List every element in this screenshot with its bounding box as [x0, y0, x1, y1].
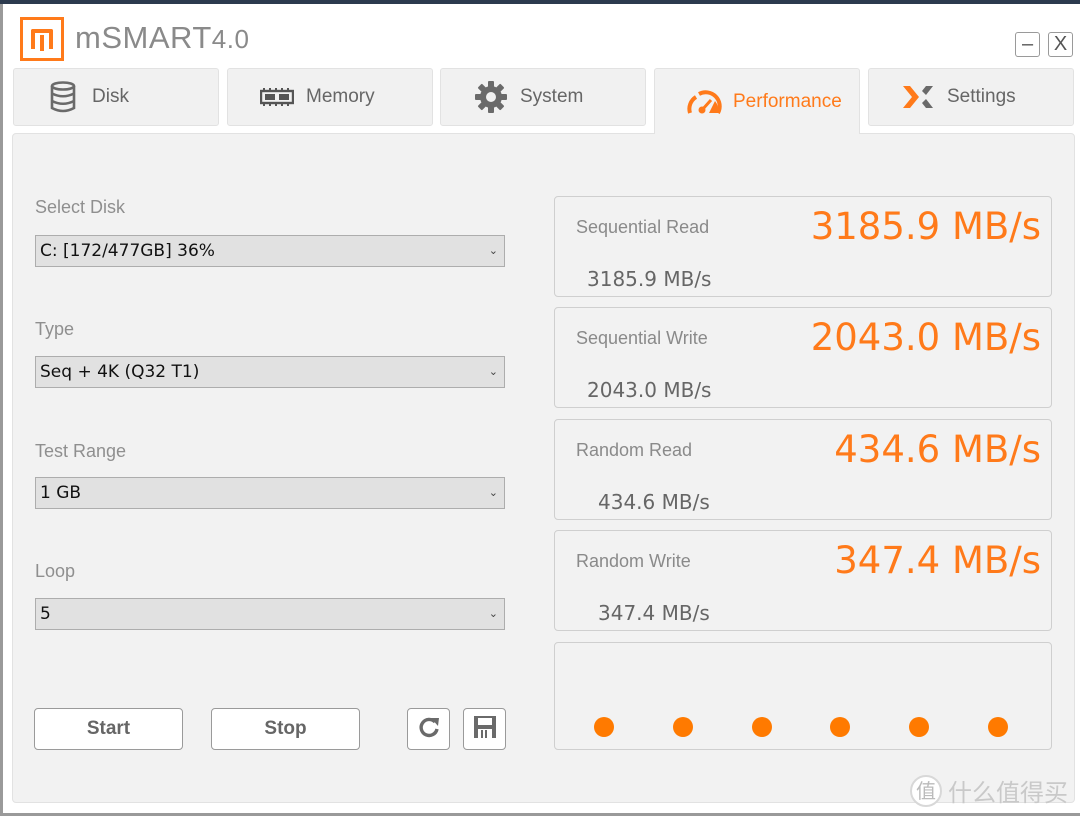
logo-m-icon [31, 29, 53, 51]
type-value: Seq + 4K (Q32 T1) [40, 362, 200, 382]
tab-performance-label: Performance [733, 90, 842, 112]
save-button[interactable] [463, 708, 506, 750]
progress-dot [988, 717, 1008, 737]
type-label: Type [35, 319, 75, 339]
loop-dropdown[interactable]: 5 ⌄ [35, 598, 505, 630]
progress-dot [673, 717, 693, 737]
save-icon [472, 714, 498, 745]
result-title: Random Read [576, 440, 693, 460]
close-button[interactable]: X [1048, 32, 1073, 57]
type-dropdown[interactable]: Seq + 4K (Q32 T1) ⌄ [35, 356, 505, 388]
result-value: 3185.9 MB/s [810, 205, 1041, 248]
result-sub-value: 347.4 MB/s [598, 601, 710, 625]
result-value: 2043.0 MB/s [810, 316, 1041, 359]
progress-dot [830, 717, 850, 737]
result-sub-value: 3185.9 MB/s [587, 267, 712, 291]
memory-chip-icon [260, 88, 294, 106]
test-range-dropdown[interactable]: 1 GB ⌄ [35, 477, 505, 509]
app-title: mSMART4.0 [75, 20, 249, 56]
tab-memory[interactable]: Memory [227, 68, 433, 126]
tab-system[interactable]: System [440, 68, 646, 126]
watermark-badge: 值 [910, 774, 942, 807]
progress-dot [594, 717, 614, 737]
chevron-down-icon: ⌄ [488, 244, 498, 257]
result-card-random-read: Random Read 434.6 MB/s 434.6 MB/s [554, 419, 1052, 520]
speedometer-icon [685, 89, 723, 115]
tab-disk[interactable]: Disk [13, 68, 219, 126]
tab-settings[interactable]: Settings [868, 68, 1074, 126]
progress-dot [909, 717, 929, 737]
watermark-text: 什么值得买 [948, 779, 1068, 807]
result-sub-value: 2043.0 MB/s [587, 378, 712, 402]
loop-value: 5 [40, 604, 51, 624]
app-name: mSMART [75, 20, 212, 55]
result-value: 347.4 MB/s [834, 539, 1041, 582]
app-logo [20, 17, 64, 61]
x-logo-icon [901, 84, 935, 110]
result-title: Random Write [576, 551, 691, 571]
refresh-icon [417, 715, 441, 744]
select-disk-dropdown[interactable]: C: [172/477GB] 36% ⌄ [35, 235, 505, 267]
chevron-down-icon: ⌄ [488, 365, 498, 378]
chevron-down-icon: ⌄ [488, 486, 498, 499]
result-card-random-write: Random Write 347.4 MB/s 347.4 MB/s [554, 530, 1052, 631]
minimize-button[interactable]: – [1015, 32, 1040, 57]
database-icon [48, 81, 78, 113]
result-card-sequential-write: Sequential Write 2043.0 MB/s 2043.0 MB/s [554, 307, 1052, 408]
progress-dot [752, 717, 772, 737]
gear-icon [474, 80, 508, 114]
test-range-value: 1 GB [40, 483, 82, 503]
tab-disk-label: Disk [92, 86, 129, 107]
tab-system-label: System [520, 86, 584, 107]
progress-indicator [554, 642, 1052, 750]
result-value: 434.6 MB/s [834, 428, 1041, 471]
select-disk-value: C: [172/477GB] 36% [40, 241, 215, 261]
result-title: Sequential Read [576, 217, 710, 237]
app-version: 4.0 [211, 24, 250, 54]
loop-label: Loop [35, 561, 76, 581]
stop-button[interactable]: Stop [211, 708, 360, 750]
select-disk-label: Select Disk [35, 197, 126, 217]
refresh-button[interactable] [407, 708, 450, 750]
result-sub-value: 434.6 MB/s [598, 490, 710, 514]
result-title: Sequential Write [576, 328, 708, 348]
start-button[interactable]: Start [34, 708, 183, 750]
chevron-down-icon: ⌄ [488, 607, 498, 620]
tab-performance[interactable]: Performance [654, 68, 860, 134]
test-range-label: Test Range [35, 441, 127, 461]
tab-memory-label: Memory [306, 86, 375, 107]
tab-settings-label: Settings [947, 86, 1016, 107]
watermark: 值 什么值得买 [910, 773, 1068, 808]
result-card-sequential-read: Sequential Read 3185.9 MB/s 3185.9 MB/s [554, 196, 1052, 297]
